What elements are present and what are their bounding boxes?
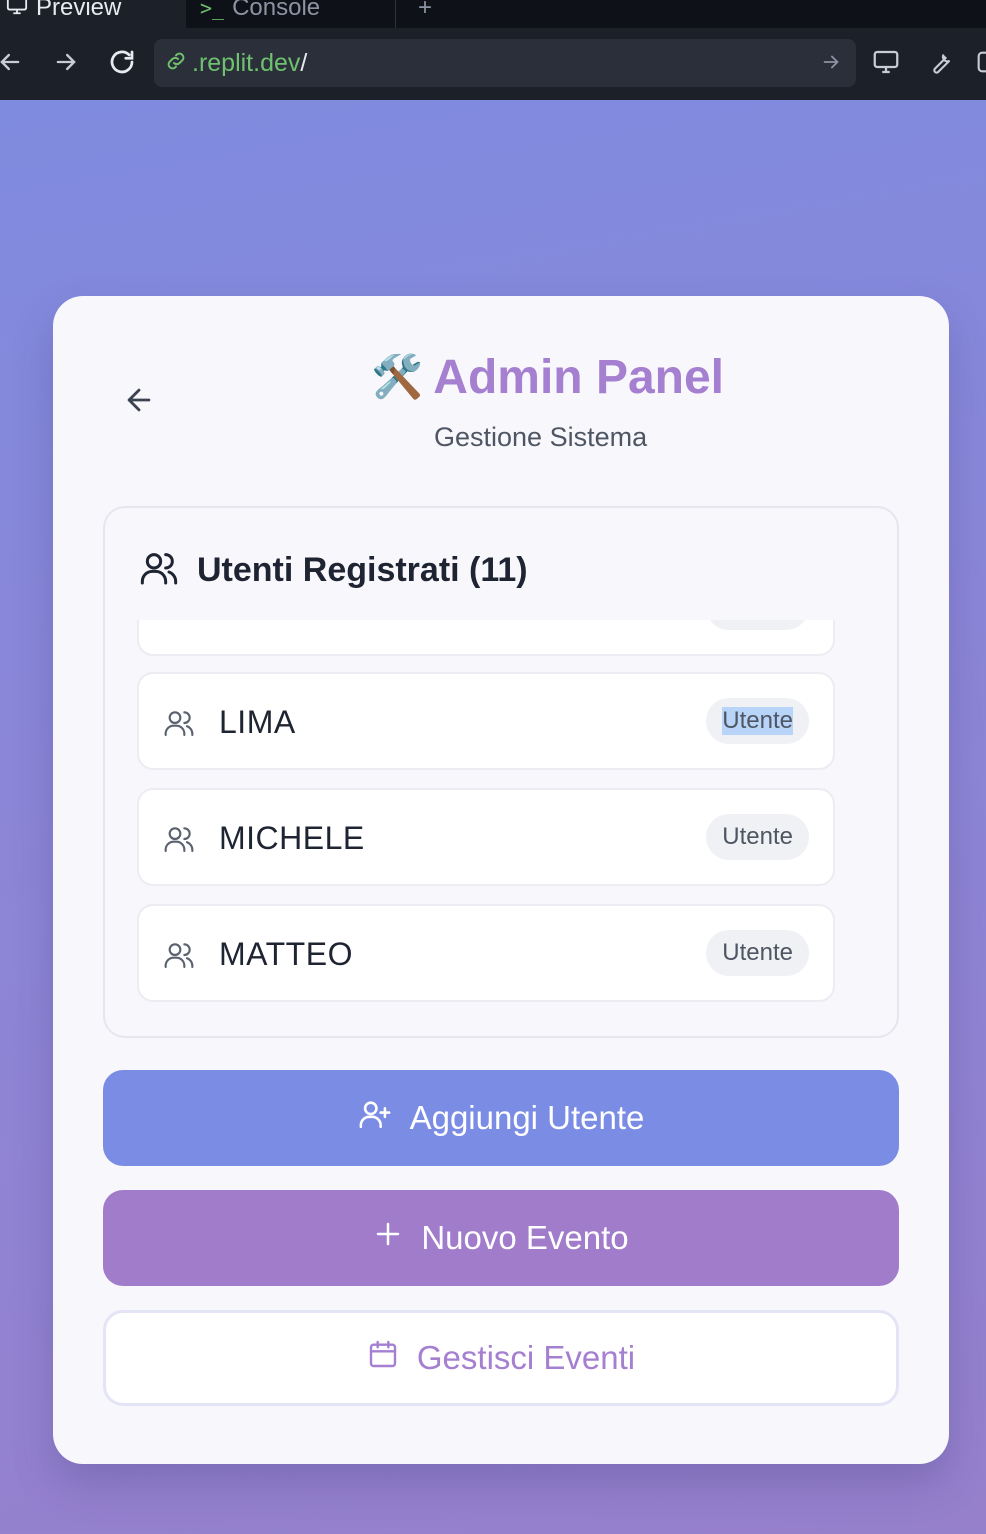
users-header: Utenti Registrati (11) <box>139 548 528 593</box>
tab-console[interactable]: >_ Console <box>196 0 396 28</box>
users-list[interactable]: Utente LIMA Utente MICHELE Utente <box>137 620 867 1004</box>
link-icon <box>164 49 188 78</box>
url-path: / <box>300 48 308 77</box>
users-title: Utenti Registrati (11) <box>197 551 528 589</box>
new-tab-button[interactable]: + <box>418 0 432 28</box>
reload-icon[interactable] <box>104 44 140 80</box>
role-badge: Utente <box>706 930 809 976</box>
registered-users-panel: Utenti Registrati (11) Utente LIMA Utent… <box>103 506 899 1038</box>
users-icon <box>139 548 179 593</box>
list-item[interactable]: Utente <box>137 620 835 656</box>
users-icon <box>163 823 195 860</box>
back-button[interactable] <box>119 382 159 422</box>
page-title-row: 🛠️ Admin Panel <box>371 350 724 405</box>
tab-preview[interactable]: Preview <box>0 0 186 28</box>
tab-preview-label: Preview <box>36 0 122 21</box>
new-event-label: Nuovo Evento <box>421 1219 629 1256</box>
calendar-icon <box>367 1338 399 1378</box>
terminal-icon: >_ <box>200 0 225 20</box>
page-title: Admin Panel <box>433 351 725 404</box>
user-name: MICHELE <box>219 820 365 856</box>
manage-events-label: Gestisci Eventi <box>416 1339 636 1376</box>
window-icon[interactable] <box>970 44 986 80</box>
back-arrow-icon[interactable] <box>0 44 28 80</box>
devices-icon[interactable] <box>868 44 904 80</box>
role-badge: Utente <box>706 698 809 744</box>
browser-chrome: Preview >_ Console + .replit.dev / <box>0 0 986 100</box>
user-plus-icon <box>358 1097 392 1139</box>
admin-panel-card: 🛠️ Admin Panel Gestione Sistema Utenti R… <box>53 296 949 1464</box>
forward-arrow-icon[interactable] <box>48 44 84 80</box>
user-name: MATTEO <box>219 936 353 972</box>
tools-icon: 🛠️ <box>371 353 424 400</box>
users-icon <box>163 939 195 976</box>
page-subtitle: Gestione Sistema <box>434 422 648 452</box>
add-user-button[interactable]: Aggiungi Utente <box>103 1070 899 1166</box>
tab-console-label: Console <box>232 0 321 21</box>
new-event-button[interactable]: Nuovo Evento <box>103 1190 899 1286</box>
monitor-icon <box>6 0 28 23</box>
list-item[interactable]: MICHELE Utente <box>137 788 835 886</box>
wrench-icon[interactable] <box>922 44 958 80</box>
user-name: LIMA <box>219 704 296 740</box>
url-bar[interactable]: .replit.dev / <box>154 39 856 87</box>
url-domain: .replit.dev <box>192 48 301 77</box>
list-item[interactable]: MATTEO Utente <box>137 904 835 1002</box>
role-badge: Utente <box>706 814 809 860</box>
arrow-left-icon <box>122 383 156 422</box>
go-arrow-icon[interactable] <box>820 51 842 78</box>
manage-events-button[interactable]: Gestisci Eventi <box>103 1310 899 1406</box>
role-badge: Utente <box>706 620 809 630</box>
plus-icon <box>373 1219 403 1257</box>
users-icon <box>163 707 195 744</box>
tab-bar: Preview >_ Console + <box>0 0 986 28</box>
list-item[interactable]: LIMA Utente <box>137 672 835 770</box>
add-user-label: Aggiungi Utente <box>409 1099 645 1136</box>
